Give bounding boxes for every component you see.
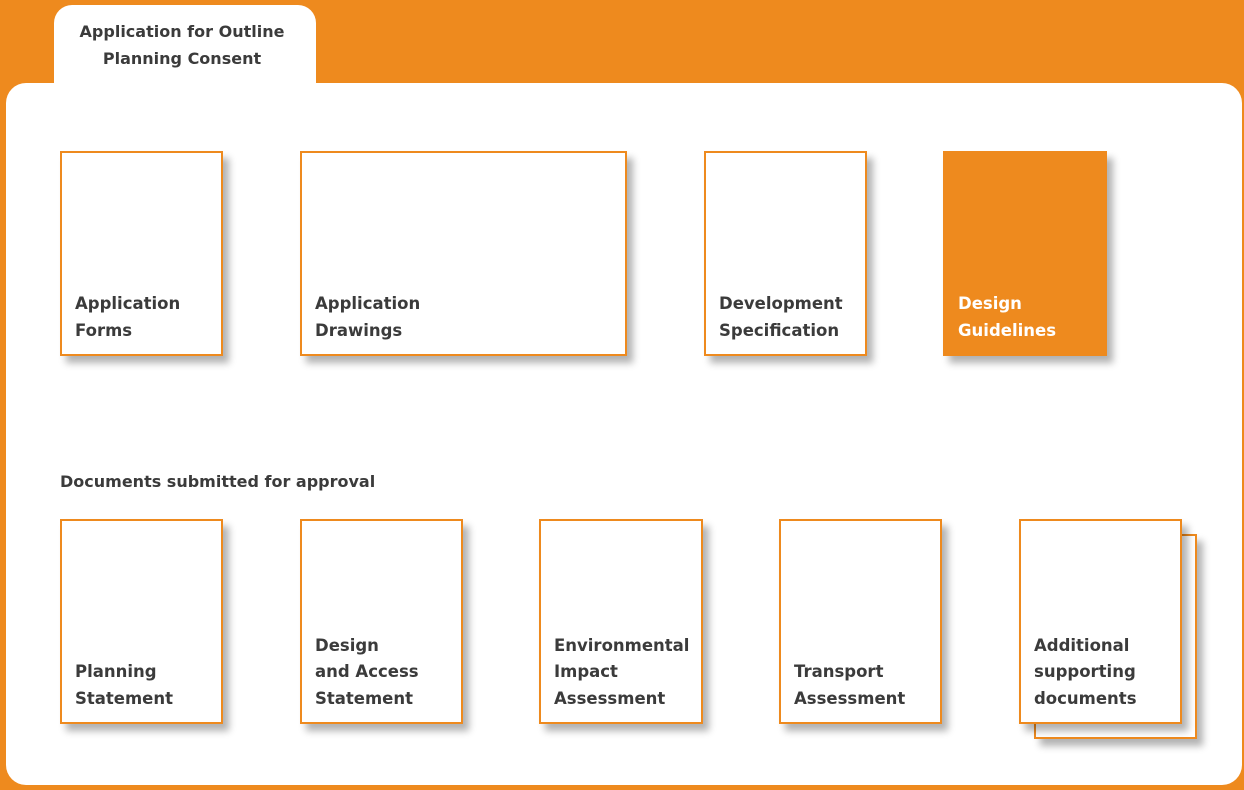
doc-design-guidelines: Design Guidelines (943, 151, 1107, 356)
doc-label: Additional supporting documents (1034, 635, 1137, 708)
diagram-title: Application for Outline Planning Consent (79, 22, 285, 68)
section-heading: Documents submitted for approval (60, 472, 376, 491)
doc-label: Transport Assessment (794, 662, 906, 708)
doc-label: Planning Statement (75, 662, 174, 708)
doc-transport-assessment: Transport Assessment (779, 519, 942, 724)
diagram-canvas: Application for Outline Planning Consent… (0, 0, 1244, 790)
doc-development-specification: Development Specification (704, 151, 867, 356)
doc-label: Environmental Impact Assessment (554, 635, 690, 708)
doc-application-forms: Application Forms (60, 151, 223, 356)
doc-additional-supporting-documents: Additional supporting documents (1019, 519, 1182, 724)
doc-label: Design and Access Statement (315, 635, 419, 708)
doc-label: Application Drawings (315, 294, 421, 340)
doc-environmental-impact-assessment: Environmental Impact Assessment (539, 519, 703, 724)
doc-design-access-statement: Design and Access Statement (300, 519, 463, 724)
doc-label: Development Specification (719, 294, 843, 340)
doc-planning-statement: Planning Statement (60, 519, 223, 724)
doc-application-drawings: Application Drawings (300, 151, 627, 356)
doc-label: Application Forms (75, 294, 181, 340)
doc-label: Design Guidelines (958, 294, 1057, 340)
